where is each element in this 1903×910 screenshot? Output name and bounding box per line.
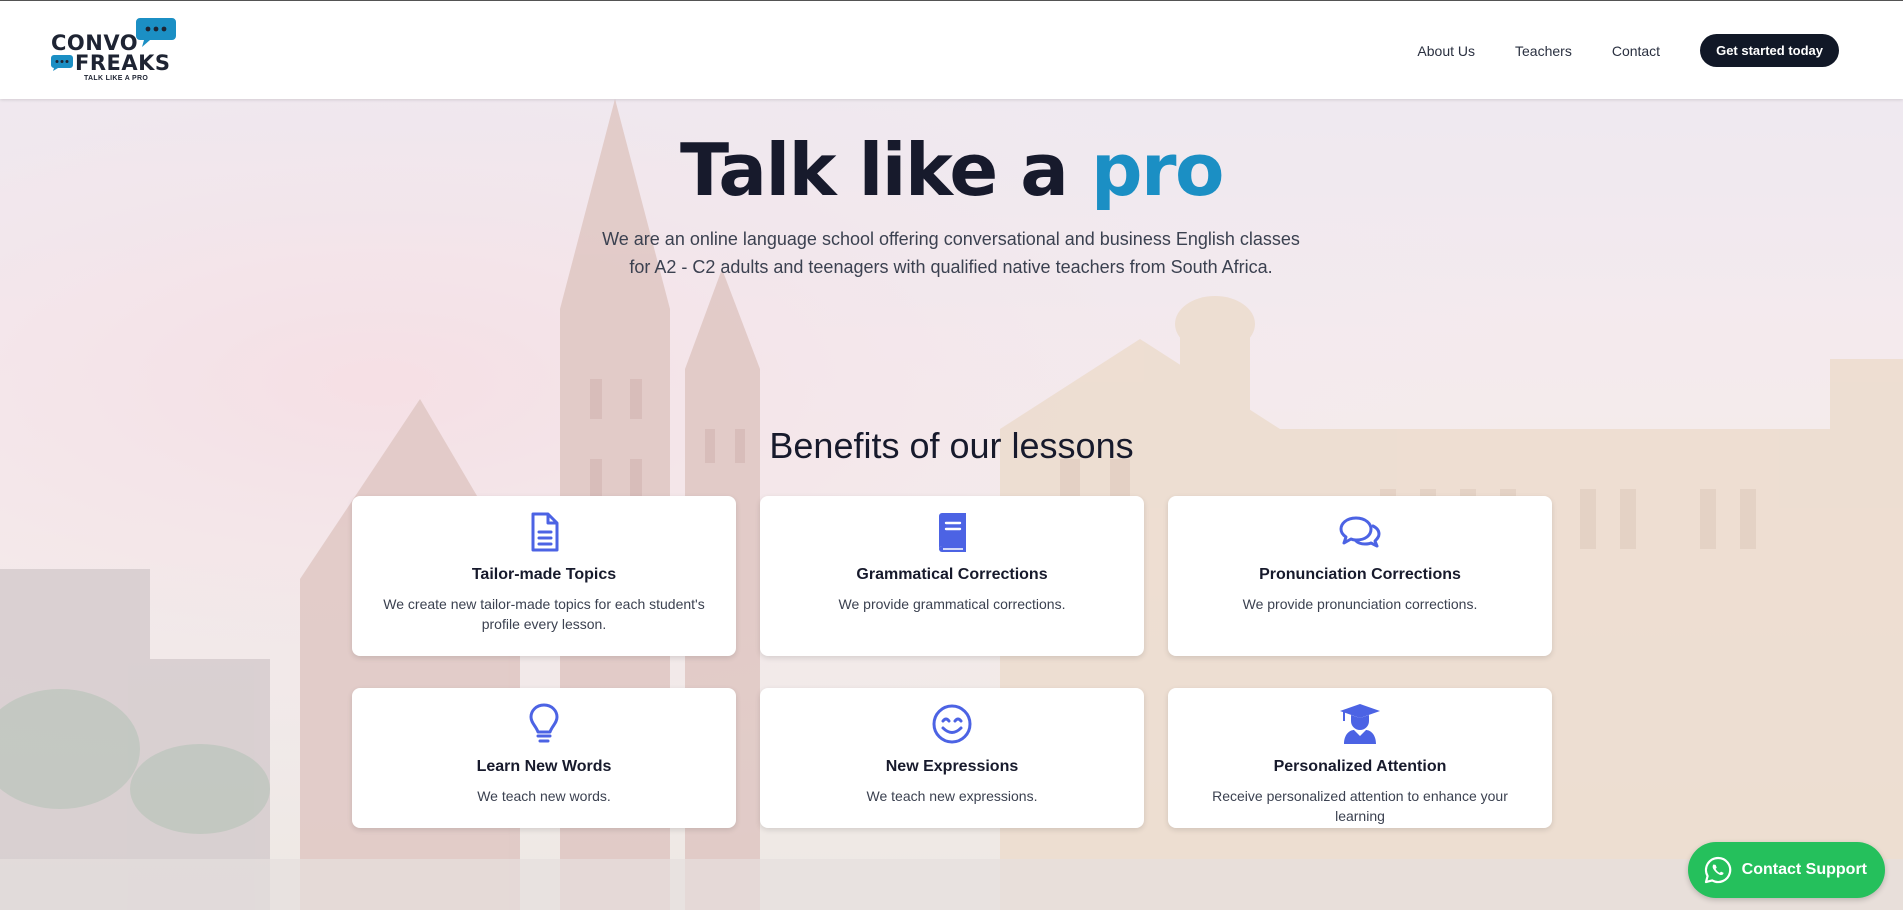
benefit-text: We create new tailor-made topics for eac… [383, 596, 705, 632]
nav-contact[interactable]: Contact [1612, 43, 1660, 59]
get-started-button[interactable]: Get started today [1700, 34, 1839, 67]
benefit-text: We teach new words. [477, 788, 611, 804]
convo-freaks-logo[interactable]: CONVO FREAKS TALK LIKE A PRO [48, 15, 180, 85]
benefit-card-learn-new-words: Learn New Words We teach new words. [352, 688, 736, 828]
benefit-text: We teach new expressions. [866, 788, 1038, 804]
chat-bubbles-icon [1339, 516, 1381, 548]
logo-tagline: TALK LIKE A PRO [84, 75, 149, 82]
graduate-icon [1340, 704, 1380, 744]
benefit-title: Tailor-made Topics [471, 566, 617, 583]
benefit-text: Receive personalized attention to enhanc… [1212, 788, 1508, 824]
benefit-title: Personalized Attention [1273, 758, 1447, 775]
benefit-text: We provide grammatical corrections. [838, 596, 1066, 612]
nav-about-us[interactable]: About Us [1417, 43, 1475, 59]
benefit-text: We provide pronunciation corrections. [1242, 596, 1478, 612]
hero-title-accent: pro [1090, 128, 1225, 212]
site-header: CONVO FREAKS TALK LIKE A PRO About Us Te… [0, 1, 1903, 99]
hero-subtitle: We are an online language school offerin… [602, 229, 1300, 277]
benefit-title: Pronunciation Corrections [1259, 566, 1461, 583]
nav-teachers[interactable]: Teachers [1515, 43, 1572, 59]
contact-support-label: Contact Support [1741, 861, 1867, 878]
speech-bubble-logo-icon [136, 18, 176, 47]
logo-word-freaks: FREAKS [75, 51, 171, 75]
main-nav: About Us Teachers Contact Get started to… [1417, 34, 1879, 67]
benefits-heading: Benefits of our lessons [769, 425, 1134, 466]
benefit-card-grammatical-corrections: Grammatical Corrections We provide gramm… [760, 496, 1144, 656]
small-bubble-logo-icon [51, 55, 73, 71]
smiley-icon [932, 704, 972, 744]
whatsapp-icon [1704, 856, 1731, 884]
hero-title-main: Talk like a [680, 128, 1091, 212]
book-icon [939, 513, 966, 552]
benefit-card-pronunciation-corrections: Pronunciation Corrections We provide pro… [1168, 496, 1552, 656]
hero-title: Talk like a pro [0, 128, 1903, 212]
document-icon [531, 512, 559, 552]
benefit-card-new-expressions: New Expressions We teach new expressions… [760, 688, 1144, 828]
benefit-title: Learn New Words [476, 758, 612, 775]
contact-support-button[interactable]: Contact Support [1687, 842, 1885, 898]
benefit-card-tailor-made-topics: Tailor-made Topics We create new tailor-… [352, 496, 736, 656]
benefit-card-personalized-attention: Personalized Attention Receive personali… [1168, 688, 1552, 828]
benefit-title: New Expressions [885, 758, 1019, 775]
benefit-title: Grammatical Corrections [856, 566, 1048, 583]
lightbulb-icon [529, 703, 559, 743]
